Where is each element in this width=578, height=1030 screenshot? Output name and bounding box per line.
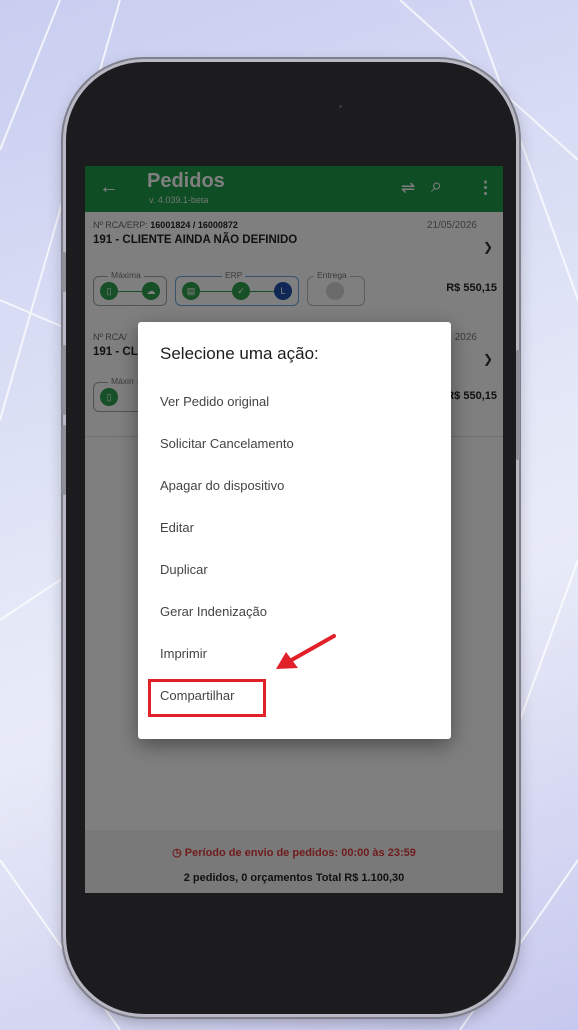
front-camera xyxy=(339,105,342,108)
side-button xyxy=(516,350,520,460)
option-ver-pedido-original[interactable]: Ver Pedido original xyxy=(160,394,269,409)
option-editar[interactable]: Editar xyxy=(160,520,194,535)
option-solicitar-cancelamento[interactable]: Solicitar Cancelamento xyxy=(160,436,294,451)
option-imprimir[interactable]: Imprimir xyxy=(160,646,207,661)
side-button xyxy=(62,252,66,292)
action-dialog: Selecione uma ação: Ver Pedido original … xyxy=(138,322,451,739)
option-gerar-indenizacao[interactable]: Gerar Indenização xyxy=(160,604,267,619)
highlight-box xyxy=(148,679,266,717)
option-apagar-do-dispositivo[interactable]: Apagar do dispositivo xyxy=(160,478,284,493)
side-button xyxy=(62,345,66,415)
pointer-arrow-icon xyxy=(276,634,336,669)
dialog-title: Selecione uma ação: xyxy=(160,344,319,363)
side-button xyxy=(62,425,66,495)
option-duplicar[interactable]: Duplicar xyxy=(160,562,208,577)
